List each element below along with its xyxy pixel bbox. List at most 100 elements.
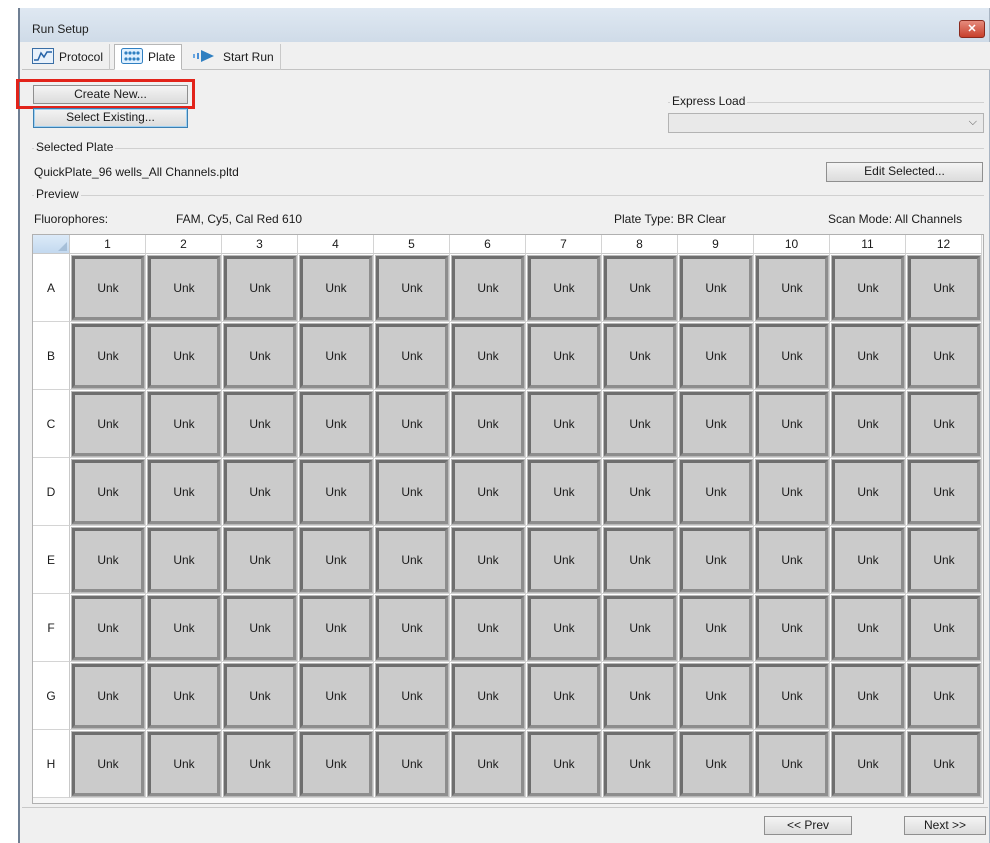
- well-C3[interactable]: Unk: [223, 391, 297, 457]
- well-F9[interactable]: Unk: [679, 595, 753, 661]
- well-E6[interactable]: Unk: [451, 527, 525, 593]
- well-E1[interactable]: Unk: [71, 527, 145, 593]
- well-B1[interactable]: Unk: [71, 323, 145, 389]
- well-E11[interactable]: Unk: [831, 527, 905, 593]
- well-F5[interactable]: Unk: [375, 595, 449, 661]
- well-F8[interactable]: Unk: [603, 595, 677, 661]
- well-F10[interactable]: Unk: [755, 595, 829, 661]
- well-A2[interactable]: Unk: [147, 255, 221, 321]
- well-A4[interactable]: Unk: [299, 255, 373, 321]
- tab-protocol[interactable]: Protocol: [26, 44, 111, 70]
- well-H1[interactable]: Unk: [71, 731, 145, 797]
- well-B8[interactable]: Unk: [603, 323, 677, 389]
- well-D10[interactable]: Unk: [755, 459, 829, 525]
- well-C5[interactable]: Unk: [375, 391, 449, 457]
- well-G3[interactable]: Unk: [223, 663, 297, 729]
- well-H5[interactable]: Unk: [375, 731, 449, 797]
- column-header[interactable]: 11: [830, 235, 906, 254]
- well-B6[interactable]: Unk: [451, 323, 525, 389]
- column-header[interactable]: 8: [602, 235, 678, 254]
- well-D1[interactable]: Unk: [71, 459, 145, 525]
- column-header[interactable]: 12: [906, 235, 982, 254]
- well-G1[interactable]: Unk: [71, 663, 145, 729]
- well-B11[interactable]: Unk: [831, 323, 905, 389]
- row-header[interactable]: B: [33, 322, 70, 390]
- well-F4[interactable]: Unk: [299, 595, 373, 661]
- edit-selected-button[interactable]: Edit Selected...: [826, 162, 983, 182]
- row-header[interactable]: G: [33, 662, 70, 730]
- well-H12[interactable]: Unk: [907, 731, 981, 797]
- column-header[interactable]: 7: [526, 235, 602, 254]
- row-header[interactable]: H: [33, 730, 70, 798]
- well-G10[interactable]: Unk: [755, 663, 829, 729]
- column-header[interactable]: 5: [374, 235, 450, 254]
- well-C2[interactable]: Unk: [147, 391, 221, 457]
- well-C12[interactable]: Unk: [907, 391, 981, 457]
- select-all-corner[interactable]: [33, 235, 70, 254]
- well-H6[interactable]: Unk: [451, 731, 525, 797]
- well-C7[interactable]: Unk: [527, 391, 601, 457]
- well-A5[interactable]: Unk: [375, 255, 449, 321]
- column-header[interactable]: 4: [298, 235, 374, 254]
- well-G2[interactable]: Unk: [147, 663, 221, 729]
- well-D9[interactable]: Unk: [679, 459, 753, 525]
- close-button[interactable]: ✕: [959, 20, 985, 38]
- well-H4[interactable]: Unk: [299, 731, 373, 797]
- well-H11[interactable]: Unk: [831, 731, 905, 797]
- well-B3[interactable]: Unk: [223, 323, 297, 389]
- row-header[interactable]: C: [33, 390, 70, 458]
- well-B5[interactable]: Unk: [375, 323, 449, 389]
- tab-plate[interactable]: Plate: [114, 44, 183, 70]
- select-existing-button[interactable]: Select Existing...: [33, 108, 188, 128]
- next-button[interactable]: Next >>: [904, 816, 986, 835]
- well-F11[interactable]: Unk: [831, 595, 905, 661]
- well-G11[interactable]: Unk: [831, 663, 905, 729]
- well-H10[interactable]: Unk: [755, 731, 829, 797]
- well-D2[interactable]: Unk: [147, 459, 221, 525]
- row-header[interactable]: A: [33, 254, 70, 322]
- well-H2[interactable]: Unk: [147, 731, 221, 797]
- tab-start-run[interactable]: Start Run: [186, 44, 281, 70]
- column-header[interactable]: 6: [450, 235, 526, 254]
- well-A12[interactable]: Unk: [907, 255, 981, 321]
- well-G7[interactable]: Unk: [527, 663, 601, 729]
- well-D11[interactable]: Unk: [831, 459, 905, 525]
- well-F1[interactable]: Unk: [71, 595, 145, 661]
- well-D7[interactable]: Unk: [527, 459, 601, 525]
- well-A3[interactable]: Unk: [223, 255, 297, 321]
- well-G12[interactable]: Unk: [907, 663, 981, 729]
- well-F12[interactable]: Unk: [907, 595, 981, 661]
- well-B7[interactable]: Unk: [527, 323, 601, 389]
- well-E5[interactable]: Unk: [375, 527, 449, 593]
- column-header[interactable]: 1: [70, 235, 146, 254]
- well-D8[interactable]: Unk: [603, 459, 677, 525]
- well-E3[interactable]: Unk: [223, 527, 297, 593]
- well-B10[interactable]: Unk: [755, 323, 829, 389]
- column-header[interactable]: 9: [678, 235, 754, 254]
- well-D6[interactable]: Unk: [451, 459, 525, 525]
- well-B2[interactable]: Unk: [147, 323, 221, 389]
- well-G6[interactable]: Unk: [451, 663, 525, 729]
- well-A6[interactable]: Unk: [451, 255, 525, 321]
- well-G4[interactable]: Unk: [299, 663, 373, 729]
- well-E2[interactable]: Unk: [147, 527, 221, 593]
- well-G8[interactable]: Unk: [603, 663, 677, 729]
- prev-button[interactable]: << Prev: [764, 816, 852, 835]
- well-E12[interactable]: Unk: [907, 527, 981, 593]
- well-D5[interactable]: Unk: [375, 459, 449, 525]
- column-header[interactable]: 3: [222, 235, 298, 254]
- well-D12[interactable]: Unk: [907, 459, 981, 525]
- well-B12[interactable]: Unk: [907, 323, 981, 389]
- well-E10[interactable]: Unk: [755, 527, 829, 593]
- well-E8[interactable]: Unk: [603, 527, 677, 593]
- well-F3[interactable]: Unk: [223, 595, 297, 661]
- well-D3[interactable]: Unk: [223, 459, 297, 525]
- well-A1[interactable]: Unk: [71, 255, 145, 321]
- well-A11[interactable]: Unk: [831, 255, 905, 321]
- well-C4[interactable]: Unk: [299, 391, 373, 457]
- well-C10[interactable]: Unk: [755, 391, 829, 457]
- well-C1[interactable]: Unk: [71, 391, 145, 457]
- well-E7[interactable]: Unk: [527, 527, 601, 593]
- row-header[interactable]: F: [33, 594, 70, 662]
- row-header[interactable]: E: [33, 526, 70, 594]
